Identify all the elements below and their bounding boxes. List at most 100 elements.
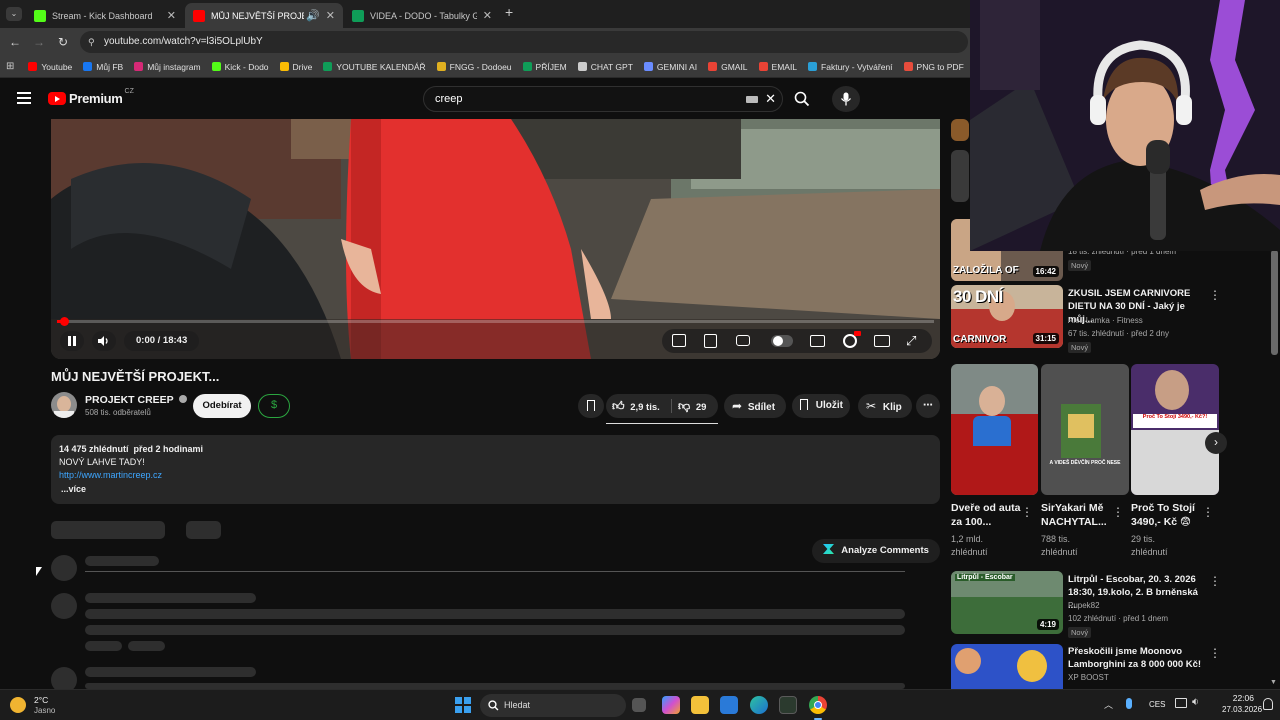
search-button[interactable] [785, 86, 819, 112]
progress-scrubber[interactable] [59, 317, 69, 326]
close-icon[interactable]: ✕ [326, 9, 335, 22]
thanks-dollar-button[interactable]: $ [258, 394, 290, 418]
more-vertical-icon[interactable]: ⋮ [1209, 288, 1221, 302]
description-box[interactable]: 14 475 zhlédnutí před 2 hodinami NOVÝ LA… [51, 435, 940, 504]
clip-button[interactable]: ✂ Klip [858, 394, 912, 418]
fullscreen-icon[interactable]: ⤢ [906, 333, 922, 349]
volume-icon[interactable]: 🔉︎ [1192, 696, 1199, 709]
edge-icon[interactable] [750, 696, 768, 714]
short-thumbnail[interactable] [951, 364, 1038, 495]
copilot-icon[interactable] [662, 696, 680, 714]
save-button[interactable]: Uložit [792, 394, 850, 418]
bookmark-item[interactable]: EMAIL [758, 62, 797, 72]
short-title[interactable]: Dveře od auta za 100... [951, 501, 1021, 529]
menu-icon[interactable] [17, 92, 31, 104]
clear-search-icon[interactable]: ✕ [765, 87, 776, 111]
search-input[interactable]: creep ✕ [423, 86, 783, 112]
notification-bell-icon[interactable] [1263, 698, 1273, 710]
taskbar-search-input[interactable]: Hledat [480, 694, 626, 717]
bookmark-item[interactable]: GEMINI AI [643, 62, 697, 72]
analyze-comments-button[interactable]: Analyze Comments [812, 539, 940, 563]
page-scrollbar[interactable] [1271, 250, 1278, 355]
screenshot-camera-icon[interactable] [736, 335, 750, 346]
forward-icon[interactable]: → [30, 33, 48, 51]
share-button[interactable]: ➦ Sdílet [724, 394, 786, 418]
speaker-icon[interactable]: 🔊 [306, 9, 320, 22]
tray-chevron-icon[interactable]: ︿ [1104, 698, 1113, 711]
file-explorer-icon[interactable] [691, 696, 709, 714]
bookmark-item[interactable]: YOUTUBE KALENDÁŘ [323, 62, 426, 72]
bookmark-item[interactable]: PŘÍJEM [522, 62, 567, 72]
recommended-thumbnail[interactable]: Litrpůl - Escobar 4:19 [951, 571, 1063, 634]
channel-avatar[interactable] [51, 392, 77, 418]
scroll-down-arrow-icon[interactable]: ▼ [1270, 679, 1277, 686]
chrome-icon[interactable] [809, 696, 827, 714]
short-thumbnail[interactable]: A VIDEŠ DĚVČÍN PROČ NESE [1041, 364, 1129, 495]
tab-google-sheets[interactable]: VIDEA - DODO - Tabulky Googl ✕ [344, 3, 500, 28]
like-button[interactable]: 👍︎ 2,9 tis. [612, 394, 660, 418]
bookmark-item[interactable]: Můj instagram [134, 62, 201, 72]
channel-name[interactable]: XP BOOST [1068, 672, 1109, 684]
language-indicator[interactable]: CES [1149, 700, 1165, 709]
keyboard-icon[interactable] [746, 96, 758, 103]
short-thumbnail[interactable]: Proč To Stojí 3490,- Kč?! [1131, 364, 1219, 495]
start-button[interactable] [455, 697, 471, 713]
more-actions-button[interactable]: ⋯ [916, 394, 940, 418]
tab-search-icon[interactable]: ⌄ [6, 7, 22, 21]
pause-button[interactable] [60, 331, 84, 351]
partial-thumbnail-mid[interactable] [951, 150, 969, 202]
bookmark-item[interactable]: Můj FB [83, 62, 123, 72]
terminal-icon[interactable] [779, 696, 797, 714]
network-icon[interactable] [1175, 698, 1187, 708]
bookmark-item[interactable]: CHAT GPT [577, 62, 633, 72]
dislike-button[interactable]: 👎︎ 29 [678, 394, 706, 418]
system-clock[interactable]: 22:06 27.03.2026 [1222, 693, 1262, 714]
short-title[interactable]: Proč To Stojí 3490,- Kč 😨 [1131, 501, 1201, 529]
subtitles-icon[interactable] [810, 335, 825, 347]
description-link[interactable]: http://www.martincreep.cz [59, 470, 162, 480]
more-vertical-icon[interactable]: ⋮ [1112, 505, 1124, 519]
bookmark-item[interactable]: Kick - Dodo [211, 62, 269, 72]
video-title[interactable]: Přeskočili jsme Moonovo Lamborghini za 8… [1068, 645, 1204, 671]
task-view-icon[interactable] [632, 698, 646, 712]
youtube-premium-logo[interactable]: Premium CZ [48, 88, 134, 106]
bookmark-item[interactable]: PNG to PDF [903, 62, 964, 72]
more-vertical-icon[interactable]: ⋮ [1209, 574, 1221, 588]
progress-track[interactable] [57, 320, 934, 323]
settings-gear-icon[interactable] [843, 331, 861, 348]
subscribe-button[interactable]: Odebírat [193, 394, 251, 418]
video-player[interactable] [51, 119, 940, 359]
tab-youtube-video[interactable]: MŮJ NEJVĚTŠÍ PROJEKT... 🔊 ✕ [185, 3, 343, 28]
partial-thumbnail-top[interactable] [951, 119, 969, 141]
more-vertical-icon[interactable]: ⋮ [1202, 505, 1214, 519]
save-bookmark-button[interactable] [578, 394, 604, 418]
miniplayer-image-icon[interactable] [672, 334, 686, 347]
tab-kick-dashboard[interactable]: Stream - Kick Dashboard ✕ [26, 3, 184, 28]
close-icon[interactable]: ✕ [483, 9, 492, 22]
outlook-icon[interactable] [720, 696, 738, 714]
new-tab-button[interactable]: + [505, 4, 513, 20]
address-bar[interactable]: ⚲ youtube.com/watch?v=l3i5OLplUbY [80, 31, 968, 53]
more-vertical-icon[interactable]: ⋮ [1021, 505, 1033, 519]
more-vertical-icon[interactable]: ⋮ [1209, 646, 1221, 660]
autoplay-toggle[interactable] [771, 335, 793, 347]
site-info-icon[interactable]: ⚲ [88, 31, 95, 53]
recommended-thumbnail[interactable] [951, 644, 1063, 689]
show-more-button[interactable]: ...více [61, 484, 86, 494]
reload-icon[interactable]: ↻ [54, 33, 72, 51]
channel-name[interactable]: Pupek82 [1068, 600, 1100, 612]
back-icon[interactable]: ← [6, 33, 24, 51]
channel-name[interactable]: Aleš Lamka · Fitness [1068, 315, 1143, 327]
bookmark-item[interactable]: FNGG - Dodoeu [436, 62, 512, 72]
bookmark-item[interactable]: GMAIL [708, 62, 748, 72]
microphone-icon[interactable] [1126, 698, 1132, 709]
bookmark-item[interactable]: Faktury - Vytváření [808, 62, 893, 72]
voice-search-button[interactable] [832, 86, 860, 112]
transcript-icon[interactable] [704, 334, 717, 348]
channel-name[interactable]: PROJEKT CREEP [85, 394, 188, 406]
short-title[interactable]: SirYakari Mě NACHYTAL... [1041, 501, 1111, 529]
apps-grid-icon[interactable]: ⊞ [6, 61, 14, 72]
bookmark-item[interactable]: Drive [279, 62, 312, 72]
bookmark-item[interactable]: Youtube [28, 62, 72, 72]
close-icon[interactable]: ✕ [167, 9, 176, 22]
